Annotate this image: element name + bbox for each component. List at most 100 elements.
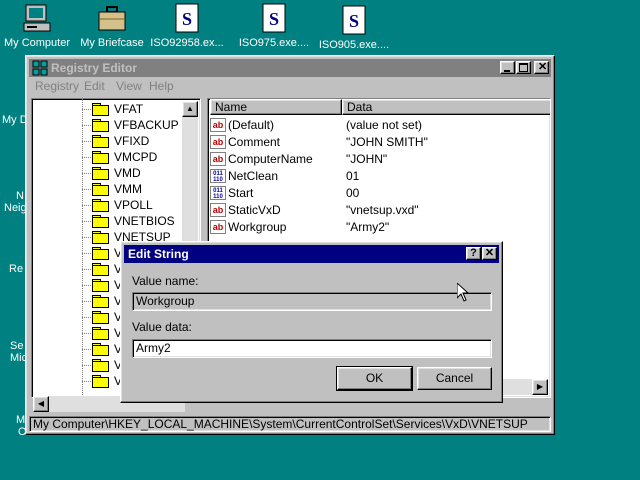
folder-icon bbox=[92, 279, 109, 292]
tree-connector bbox=[82, 317, 91, 318]
value-name: StaticVxD bbox=[228, 203, 281, 217]
folder-icon bbox=[92, 215, 109, 228]
value-name: Comment bbox=[228, 135, 281, 149]
svg-text:110: 110 bbox=[213, 177, 223, 183]
svg-text:110: 110 bbox=[213, 194, 223, 200]
desktop-icon-label-partial[interactable]: Neig bbox=[4, 202, 27, 214]
setup-exe-icon: S bbox=[258, 3, 290, 35]
close-icon: ✕ bbox=[538, 61, 548, 73]
tree-connector bbox=[82, 301, 91, 302]
desktop-icon-label-partial[interactable]: Re bbox=[9, 263, 23, 275]
tree-item-label: VMD bbox=[114, 166, 141, 180]
ok-button[interactable]: OK bbox=[336, 366, 413, 391]
string-value-icon: ab bbox=[210, 135, 226, 149]
mouse-cursor bbox=[457, 283, 469, 302]
string-value-icon: ab bbox=[210, 118, 226, 132]
value-data: "Army2" bbox=[346, 220, 390, 234]
minimize-button[interactable] bbox=[500, 61, 515, 74]
tree-item-label: VMCPD bbox=[114, 150, 158, 164]
tree-connector bbox=[82, 221, 91, 222]
minimize-icon bbox=[504, 70, 510, 72]
help-button[interactable]: ? bbox=[466, 247, 481, 260]
menu-help[interactable]: Help bbox=[149, 79, 174, 93]
svg-text:S: S bbox=[182, 9, 192, 29]
setup-exe-icon: S bbox=[338, 5, 370, 37]
desktop-icon-label: My Computer bbox=[3, 37, 71, 49]
value-data: (value not set) bbox=[346, 118, 423, 132]
value-data: "JOHN SMITH" bbox=[346, 135, 428, 149]
folder-icon bbox=[92, 311, 109, 324]
tree-connector bbox=[82, 125, 91, 126]
folder-icon bbox=[92, 375, 109, 388]
tree-connector bbox=[82, 157, 91, 158]
close-icon: ✕ bbox=[484, 247, 495, 259]
close-button[interactable]: ✕ bbox=[534, 61, 549, 74]
value-name: NetClean bbox=[228, 169, 279, 183]
value-name-label: Value name: bbox=[132, 274, 199, 288]
tree-item-label: VFBACKUP bbox=[114, 118, 179, 132]
tree-connector bbox=[82, 333, 91, 334]
maximize-icon bbox=[519, 63, 528, 72]
desktop-icon-iso975[interactable]: S ISO975.exe.... bbox=[234, 3, 314, 49]
tree-connector bbox=[82, 205, 91, 206]
tree-item-label: VFIXD bbox=[114, 134, 150, 148]
desktop-icon-label-partial[interactable]: N bbox=[16, 190, 24, 202]
menu-view[interactable]: View bbox=[116, 79, 142, 93]
tree-connector bbox=[82, 237, 91, 238]
tree-connector bbox=[82, 173, 91, 174]
desktop-icon-label-partial[interactable]: My D bbox=[2, 114, 28, 126]
registry-editor-titlebar[interactable]: Registry Editor ✕ bbox=[29, 59, 551, 77]
desktop-icon-my-briefcase[interactable]: My Briefcase bbox=[72, 3, 152, 49]
value-data-input[interactable]: Army2 bbox=[132, 339, 492, 358]
briefcase-icon bbox=[96, 3, 128, 35]
folder-icon bbox=[92, 343, 109, 356]
svg-text:ab: ab bbox=[213, 137, 224, 147]
tree-connector bbox=[82, 349, 91, 350]
value-name: Start bbox=[228, 186, 254, 200]
folder-icon bbox=[92, 199, 109, 212]
scroll-left-button[interactable]: ◀ bbox=[33, 396, 49, 412]
setup-exe-icon: S bbox=[171, 3, 203, 35]
cancel-button[interactable]: Cancel bbox=[417, 367, 492, 390]
value-name: (Default) bbox=[228, 118, 275, 132]
svg-text:ab: ab bbox=[213, 120, 224, 130]
tree-connector bbox=[82, 99, 83, 397]
column-header-data[interactable]: Data bbox=[342, 99, 550, 115]
string-value-icon: ab bbox=[210, 203, 226, 217]
folder-icon bbox=[92, 151, 109, 164]
folder-icon bbox=[92, 135, 109, 148]
menu-edit[interactable]: Edit bbox=[84, 79, 105, 93]
scroll-up-button[interactable]: ▲ bbox=[182, 101, 198, 117]
value-name: Workgroup bbox=[228, 220, 287, 234]
value-data: 00 bbox=[346, 186, 360, 200]
desktop-icon-my-computer[interactable]: My Computer bbox=[0, 3, 77, 49]
dialog-close-button[interactable]: ✕ bbox=[482, 247, 497, 260]
binary-value-icon: 011 110 bbox=[210, 186, 226, 200]
desktop-icon-label: ISO975.exe.... bbox=[238, 37, 310, 49]
desktop-icon-label: ISO905.exe.... bbox=[318, 39, 390, 51]
regedit-icon bbox=[32, 60, 48, 76]
tree-connector bbox=[82, 141, 91, 142]
desktop-icon-label: My Briefcase bbox=[80, 37, 144, 49]
value-data-label: Value data: bbox=[132, 320, 192, 334]
folder-icon bbox=[92, 183, 109, 196]
value-data: 01 bbox=[346, 169, 360, 183]
folder-icon bbox=[92, 359, 109, 372]
tree-item-label: VMM bbox=[114, 182, 142, 196]
folder-icon bbox=[92, 247, 109, 260]
desktop-icon-iso92958[interactable]: S ISO92958.ex... bbox=[147, 3, 227, 49]
edit-string-dialog: Edit String ? ✕ Value name: Workgroup Va… bbox=[120, 241, 503, 403]
svg-text:S: S bbox=[269, 9, 279, 29]
desktop-icon-iso905[interactable]: S ISO905.exe.... bbox=[314, 5, 394, 51]
tree-item-label: VNETBIOS bbox=[114, 214, 175, 228]
maximize-button[interactable] bbox=[516, 61, 531, 74]
desktop-icon-label-partial[interactable]: M bbox=[16, 414, 25, 426]
column-header-name[interactable]: Name bbox=[210, 99, 342, 115]
menu-registry[interactable]: Registry bbox=[35, 79, 79, 93]
value-name: ComputerName bbox=[228, 152, 313, 166]
dialog-titlebar[interactable]: Edit String ? ✕ bbox=[124, 245, 499, 263]
desktop-icon-label-partial[interactable]: Se bbox=[10, 340, 23, 352]
svg-text:ab: ab bbox=[213, 154, 224, 164]
desktop-icon-label: ISO92958.ex... bbox=[150, 37, 224, 49]
scroll-right-button[interactable]: ▶ bbox=[532, 379, 548, 395]
